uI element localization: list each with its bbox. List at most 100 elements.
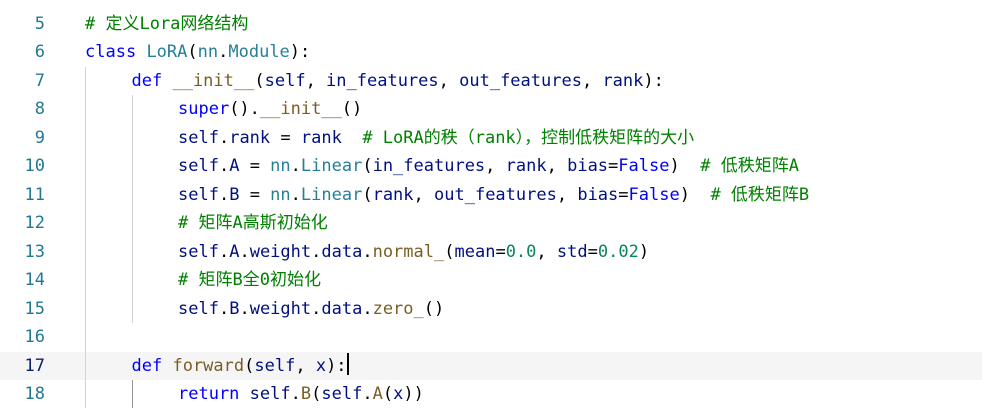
code-text[interactable]: # 矩阵B全0初始化 [178, 266, 321, 295]
token-comment: # 低秩矩阵A [700, 156, 799, 176]
line-number: 7 [34, 70, 45, 91]
line-number: 15 [24, 298, 45, 319]
token-param: in_features [372, 156, 486, 176]
code-text[interactable]: super().__init__() [178, 95, 362, 124]
token-param: x [315, 355, 327, 376]
token-param: self [178, 127, 219, 148]
token-op: ) [669, 156, 680, 176]
token-param: B [229, 298, 240, 319]
token-param: self [178, 184, 219, 205]
code-text[interactable]: # 定义Lora网络结构 [85, 10, 248, 39]
token-op: )) [403, 384, 424, 404]
line-number: 8 [34, 99, 45, 119]
token-keyword: class [85, 42, 137, 62]
code-line[interactable]: 15 self.B.weight.data.zero_() [0, 294, 982, 324]
code-line[interactable]: 18 return self.B(self.A(x)) [0, 380, 982, 408]
indent-guide [85, 152, 86, 181]
code-text[interactable]: self.A.weight.data.normal_(mean=0.0, std… [178, 238, 649, 267]
line-number: 9 [34, 127, 45, 148]
code-text[interactable]: self.B.weight.data.zero_() [178, 295, 444, 324]
token-param: self [249, 384, 291, 404]
token-op: , [581, 70, 603, 91]
code-line[interactable]: 11 self.B = nn.Linear(rank, out_features,… [0, 180, 982, 210]
token-call: normal_ [372, 241, 445, 262]
code-text[interactable]: self.rank = rank # LoRA的秩（rank），控制低秩矩阵的大… [178, 124, 694, 153]
token-op: ( [362, 156, 373, 176]
token-op: = [608, 156, 619, 176]
token-op: , [556, 184, 578, 205]
code-text[interactable]: class LoRA(nn.Module): [85, 38, 310, 67]
token-param: mean [454, 241, 496, 262]
code-line[interactable]: 9 self.rank = rank # LoRA的秩（rank），控制低秩矩阵的… [0, 123, 982, 153]
code-text[interactable]: def forward(self, x): [132, 352, 349, 381]
code-line[interactable]: 6 class LoRA(nn.Module): [0, 38, 982, 67]
token-keyword: return [178, 384, 240, 404]
token-op: . [311, 298, 322, 319]
code-text[interactable]: self.B = nn.Linear(rank, out_features, b… [178, 181, 809, 210]
token-param: A [229, 241, 240, 262]
token-op: ( [444, 241, 455, 262]
token-keyword: def [131, 355, 163, 376]
token-op: . [218, 184, 230, 205]
token-op: . [311, 241, 322, 262]
code-line[interactable]: 5 # 定义Lora网络结构 [0, 10, 982, 39]
code-line[interactable]: 12 # 矩阵A高斯初始化 [0, 209, 982, 238]
token-comment: # 定义Lora网络结构 [85, 13, 249, 34]
token-call: __init__ [259, 99, 342, 119]
code-text[interactable]: # 矩阵A高斯初始化 [178, 209, 328, 238]
token-op: . [290, 156, 301, 176]
token-param: rank [300, 127, 342, 148]
code-editor[interactable]: 5 # 定义Lora网络结构 6 class LoRA(nn.Module): 7 def… [0, 0, 982, 408]
code-text[interactable]: return self.B(self.A(x)) [178, 380, 424, 408]
code-line[interactable]: 7 def __init__(self, in_features, out_fea… [0, 66, 982, 96]
code-line[interactable]: 14 # 矩阵B全0初始化 [0, 266, 982, 295]
token-param: self [264, 70, 306, 91]
line-number: 6 [34, 42, 45, 62]
indent-guide [85, 123, 86, 152]
token-op: ( [254, 70, 265, 91]
code-line[interactable]: 17 def forward(self, x): [0, 351, 982, 381]
token-number: 0.0 [505, 241, 537, 262]
token-param: std [556, 241, 588, 262]
token-comment: # 矩阵A高斯初始化 [178, 213, 328, 233]
token-op: () [423, 298, 445, 319]
token-call: __init__ [172, 70, 255, 91]
token-param: weight [249, 241, 312, 262]
token-comment: # LoRA的秩（rank），控制低秩矩阵的大小 [362, 127, 695, 148]
token-keyword: def [131, 70, 163, 91]
token-call: forward [172, 355, 245, 376]
token-param: rank [372, 184, 414, 205]
line-number: 11 [24, 184, 45, 205]
token-op: = [270, 127, 301, 148]
token-number: 0.02 [597, 241, 639, 262]
code-line[interactable]: 8 super().__init__() [0, 95, 982, 124]
token-op: . [239, 298, 250, 319]
token-op: , [413, 184, 435, 205]
indent-guide [131, 237, 133, 266]
line-number: 14 [24, 270, 45, 290]
token-op: . [362, 384, 373, 404]
token-op: , [295, 355, 316, 376]
token-keyword: super [178, 99, 230, 119]
token-op: . [239, 241, 250, 262]
token-op: (). [229, 99, 260, 119]
indent-guide [131, 152, 133, 181]
token-param: B [229, 184, 240, 205]
line-number: 5 [34, 13, 45, 34]
token-param: rank [229, 127, 271, 148]
code-text[interactable]: def __init__(self, in_features, out_feat… [132, 67, 664, 96]
code-text[interactable]: self.A = nn.Linear(in_features, rank, bi… [178, 152, 799, 181]
token-param: self [254, 355, 296, 376]
code-line[interactable]: 13 self.A.weight.data.normal_(mean=0.0, s… [0, 237, 982, 267]
token-param: self [178, 298, 219, 319]
token-param: data [321, 298, 363, 319]
code-line[interactable]: 10 self.A = nn.Linear(in_features, rank, … [0, 152, 982, 181]
line-number: 17 [24, 355, 45, 376]
token-op: , [536, 241, 557, 262]
code-line[interactable]: 16 [0, 323, 982, 352]
indent-guide [85, 237, 86, 266]
token-param: rank [602, 70, 644, 91]
token-op: ) [679, 184, 690, 205]
